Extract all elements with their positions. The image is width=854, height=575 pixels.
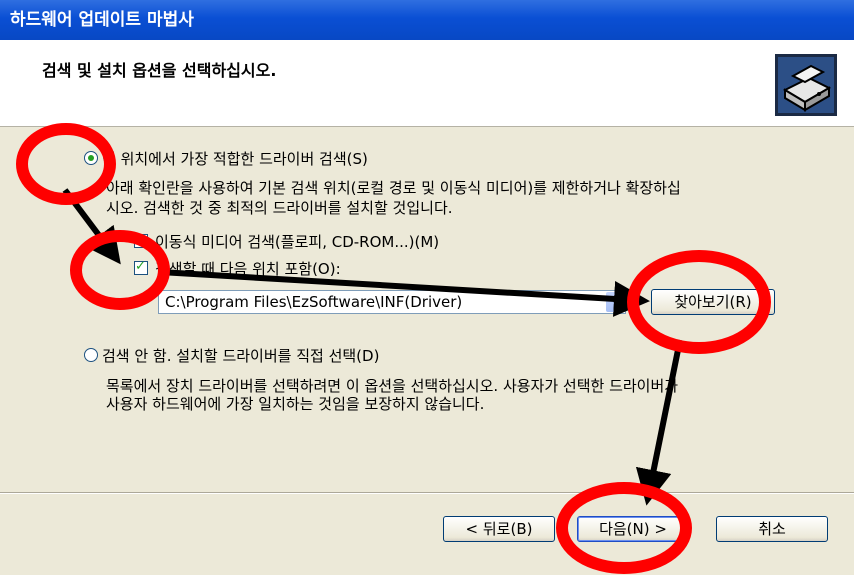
removable-media-checkbox[interactable] bbox=[134, 234, 148, 248]
title-bar[interactable]: 하드웨어 업데이트 마법사 bbox=[0, 0, 854, 40]
search-option-desc-1: 아래 확인란을 사용하여 기본 검색 위치(로컬 경로 및 이동식 미디어)를 … bbox=[106, 179, 681, 197]
browse-button[interactable]: 찾아보기(R) bbox=[651, 289, 775, 315]
location-path-value: C:\Program Files\EzSoftware\INF(Driver) bbox=[165, 293, 463, 311]
removable-media-label[interactable]: 이동식 미디어 검색(플로피, CD-ROM...)(M) bbox=[155, 231, 439, 252]
footer-divider bbox=[0, 492, 854, 494]
chevron-down-icon[interactable]: ▼ bbox=[606, 292, 624, 312]
window-title: 하드웨어 업데이트 마법사 bbox=[10, 10, 194, 30]
browse-button-label: 찾아보기(R) bbox=[674, 293, 752, 311]
page-title: 검색 및 설치 옵션을 선택하십시오. bbox=[42, 61, 277, 80]
manual-option-desc-2: 사용자 하드웨어에 가장 일치하는 것임을 보장하지 않습니다. bbox=[106, 395, 485, 413]
wizard-header: 검색 및 설치 옵션을 선택하십시오. bbox=[0, 40, 854, 127]
cancel-button[interactable]: 취소 bbox=[716, 516, 828, 542]
include-location-checkbox[interactable] bbox=[134, 259, 148, 275]
manual-option-radio[interactable] bbox=[84, 348, 98, 362]
search-option-label[interactable]: 이 위치에서 가장 적합한 드라이버 검색(S) bbox=[102, 148, 368, 169]
next-button-label: 다음(N) > bbox=[599, 520, 667, 538]
cancel-button-label: 취소 bbox=[758, 520, 786, 538]
include-location-label[interactable]: 검색할 때 다음 위치 포함(O): bbox=[155, 258, 341, 279]
manual-option-label[interactable]: 검색 안 함. 설치할 드라이버를 직접 선택(D) bbox=[102, 345, 379, 366]
location-path-combo[interactable]: C:\Program Files\EzSoftware\INF(Driver) … bbox=[158, 290, 626, 314]
next-button[interactable]: 다음(N) > bbox=[577, 516, 689, 542]
back-button[interactable]: < 뒤로(B) bbox=[443, 516, 555, 542]
back-button-label: < 뒤로(B) bbox=[465, 520, 533, 538]
hardware-wizard-icon bbox=[775, 54, 837, 116]
search-option-desc-2: 시오. 검색한 것 중 최적의 드라이버를 설치할 것입니다. bbox=[106, 199, 453, 217]
search-option-radio[interactable] bbox=[84, 151, 98, 165]
wizard-body: 이 위치에서 가장 적합한 드라이버 검색(S) 아래 확인란을 사용하여 기본… bbox=[0, 127, 854, 575]
